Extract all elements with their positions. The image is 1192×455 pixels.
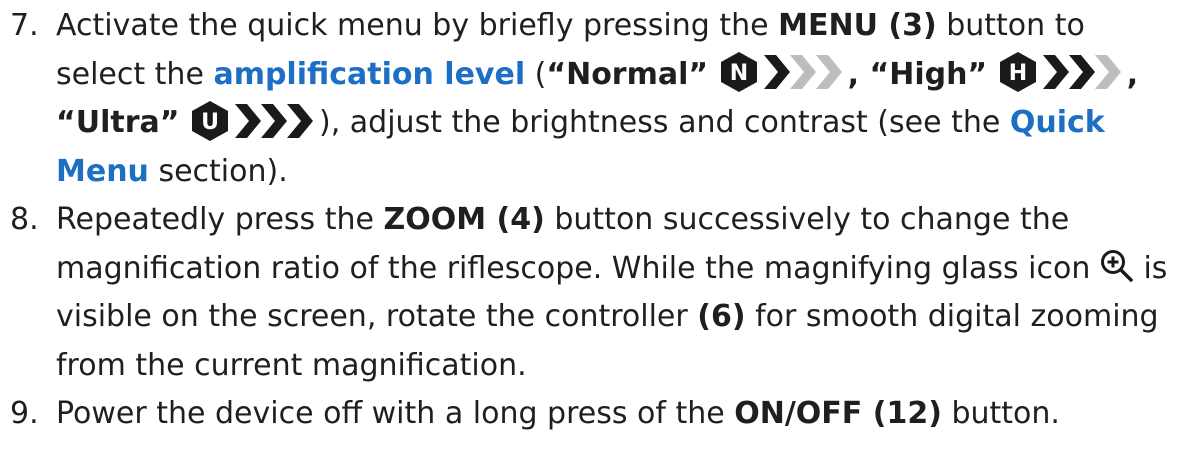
manual-page: 7. Activate the quick menu by briefly pr… (0, 0, 1192, 455)
amplification-high-icon: H (997, 51, 1127, 93)
onoff-button-ref: ON/OFF (12) (734, 396, 942, 431)
step-text: Power the device off with a long press o… (56, 396, 735, 431)
normal-label: “Normal” (546, 56, 709, 92)
controller-ref: (6) (697, 299, 746, 334)
step-number: 8. (10, 202, 39, 237)
menu-button-ref: MENU (3) (778, 8, 937, 43)
step-text: ( (525, 56, 547, 92)
step-9: 9. Power the device off with a long pres… (0, 390, 1181, 439)
svg-text:H: H (1008, 61, 1026, 86)
step-text: Activate the quick menu by briefly press… (56, 8, 779, 43)
zoom-button-ref: ZOOM (4) (383, 202, 545, 237)
step-text: Repeatedly press the (56, 202, 384, 237)
amplification-normal-icon: N (718, 51, 848, 93)
instruction-steps: 7. Activate the quick menu by briefly pr… (0, 0, 1192, 439)
step-text: button. (941, 396, 1060, 431)
amplification-level-link[interactable]: amplification level (213, 57, 525, 92)
step-number: 9. (10, 396, 39, 431)
svg-text:N: N (729, 61, 747, 86)
zoom-magnifier-icon (1100, 249, 1134, 283)
step-text: ), adjust the brightness and contrast (s… (319, 105, 1010, 140)
high-label: , “High” (847, 56, 988, 92)
step-text: section). (148, 153, 288, 189)
amplification-ultra-icon: U (189, 100, 319, 142)
step-number: 7. (10, 8, 39, 43)
svg-text:U: U (201, 110, 219, 135)
step-8: 8. Repeatedly press the ZOOM (4) button … (0, 196, 1181, 390)
step-7: 7. Activate the quick menu by briefly pr… (0, 2, 1181, 196)
